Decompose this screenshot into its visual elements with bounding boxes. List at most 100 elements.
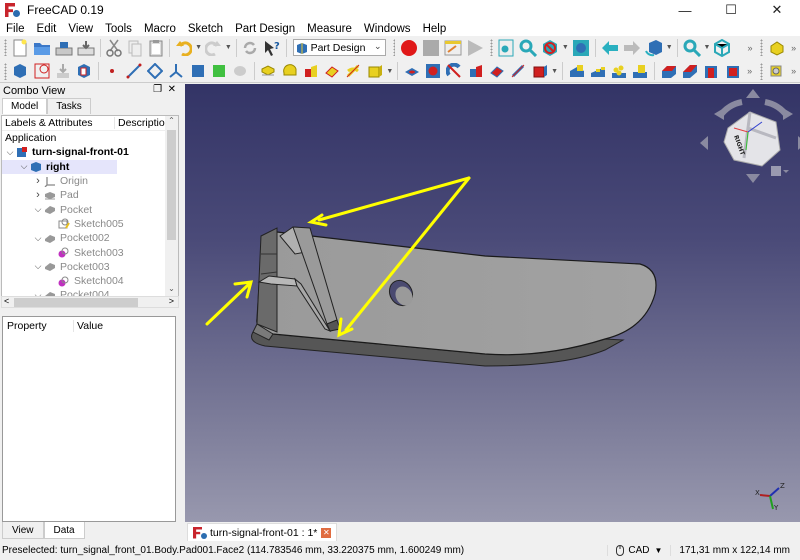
back-icon[interactable]: [601, 38, 619, 57]
column-labels-attributes[interactable]: Labels & Attributes: [2, 117, 114, 129]
subtractive-helix-icon[interactable]: [510, 62, 527, 81]
toolbar-overflow-button[interactable]: »: [791, 43, 796, 53]
toolbar-grip[interactable]: [392, 39, 396, 56]
fit-selection-icon[interactable]: [519, 38, 537, 57]
view-menu-cube-icon[interactable]: [771, 166, 781, 176]
menu-tools[interactable]: Tools: [99, 23, 138, 35]
validate-sketch-icon[interactable]: [54, 62, 71, 81]
scroll-down-icon[interactable]: ⌄: [165, 284, 178, 296]
std-views-dropdown-icon[interactable]: ▼: [666, 44, 673, 51]
bounding-box-icon[interactable]: [572, 38, 590, 57]
pocket-icon[interactable]: [403, 62, 420, 81]
workbench-selector[interactable]: Part Design ⌄: [292, 39, 386, 56]
refresh-icon[interactable]: [242, 38, 259, 57]
subtractive-box-icon[interactable]: [531, 62, 548, 81]
pad-icon[interactable]: [260, 62, 277, 81]
menu-measure[interactable]: Measure: [301, 23, 358, 35]
tree-item[interactable]: ⌵ Pocket003: [2, 260, 178, 274]
collapse-arrow-icon[interactable]: ›: [32, 175, 44, 187]
tree-item[interactable]: Sketch005: [2, 217, 178, 231]
close-button[interactable]: ✕: [754, 0, 800, 20]
tab-view[interactable]: View: [2, 522, 44, 539]
toolbar-grip[interactable]: [4, 39, 7, 56]
multitransform-icon[interactable]: [632, 62, 649, 81]
record-macro-icon[interactable]: [400, 38, 418, 57]
document-tab[interactable]: turn-signal-front-01 : 1* ✕: [187, 523, 338, 541]
undo-dropdown-icon[interactable]: ▼: [195, 44, 202, 51]
tree-item[interactable]: Sketch003: [2, 245, 178, 259]
chamfer-icon[interactable]: [681, 62, 698, 81]
toolbar-grip[interactable]: [760, 62, 763, 80]
menu-edit[interactable]: Edit: [31, 23, 63, 35]
additive-loft-icon[interactable]: [302, 62, 319, 81]
toolbar-overflow-button[interactable]: »: [791, 66, 796, 76]
edit-macro-icon[interactable]: [444, 38, 462, 57]
stop-macro-icon[interactable]: [422, 38, 440, 57]
tree-horizontal-scrollbar[interactable]: < >: [1, 296, 179, 308]
expand-arrow-icon[interactable]: ⌵: [32, 204, 44, 215]
additive-box-icon[interactable]: [366, 62, 383, 81]
nav-up-arrow-icon[interactable]: [746, 89, 760, 98]
groove-icon[interactable]: [446, 62, 463, 81]
column-value[interactable]: Value: [73, 320, 103, 332]
isometric-icon[interactable]: [713, 38, 731, 57]
tree-item[interactable]: ⌵ Pocket002: [2, 231, 178, 245]
scroll-left-icon[interactable]: <: [4, 296, 9, 306]
expand-arrow-icon[interactable]: ⌵: [32, 261, 44, 272]
navigation-cube[interactable]: RIGHT: [700, 89, 800, 183]
paste-icon[interactable]: [147, 38, 164, 57]
subtractive-pipe-icon[interactable]: [488, 62, 505, 81]
draw-style-icon[interactable]: [541, 38, 559, 57]
thickness-icon[interactable]: [724, 62, 741, 81]
run-macro-icon[interactable]: [466, 38, 484, 57]
scroll-right-icon[interactable]: >: [169, 296, 174, 306]
scroll-thumb[interactable]: [167, 130, 176, 240]
redo-dropdown-icon[interactable]: ▼: [225, 44, 232, 51]
tab-model[interactable]: Model: [2, 98, 48, 114]
revolution-icon[interactable]: [281, 62, 298, 81]
zoom-icon[interactable]: [683, 38, 701, 57]
tree-item[interactable]: ⌵ turn-signal-front-01: [2, 145, 178, 159]
3d-viewport[interactable]: RIGHT X Y Z: [185, 84, 800, 522]
measure-icon[interactable]: [768, 62, 785, 81]
menu-help[interactable]: Help: [417, 23, 453, 35]
create-sketch-icon[interactable]: [33, 62, 50, 81]
new-document-icon[interactable]: [12, 38, 29, 57]
navigation-style-selector[interactable]: CAD ▼: [607, 545, 670, 556]
fillet-icon[interactable]: [660, 62, 677, 81]
close-panel-icon[interactable]: ✕: [168, 84, 176, 95]
tree-item[interactable]: Application: [2, 131, 178, 145]
save-icon[interactable]: [55, 38, 73, 57]
maximize-button[interactable]: ☐: [708, 0, 754, 20]
mirrored-icon[interactable]: [568, 62, 585, 81]
draw-style-dropdown-icon[interactable]: ▼: [562, 44, 569, 51]
undo-icon[interactable]: [175, 38, 192, 57]
forward-icon[interactable]: [623, 38, 641, 57]
additive-primitive-dropdown-icon[interactable]: ▼: [386, 68, 393, 75]
shape-binder-icon[interactable]: [76, 62, 93, 81]
float-panel-icon[interactable]: ❐: [153, 84, 162, 95]
additive-pipe-icon[interactable]: [323, 62, 340, 81]
local-cs-icon[interactable]: [168, 62, 185, 81]
expand-arrow-icon[interactable]: ⌵: [18, 161, 30, 172]
open-icon[interactable]: [33, 38, 51, 57]
subtractive-loft-icon[interactable]: [467, 62, 484, 81]
additive-helix-icon[interactable]: [345, 62, 362, 81]
cut-icon[interactable]: [105, 38, 122, 57]
tree-item[interactable]: ⌵ Pocket: [2, 202, 178, 216]
collapse-arrow-icon[interactable]: ›: [32, 189, 44, 201]
plane-icon[interactable]: [146, 62, 163, 81]
expand-arrow-icon[interactable]: ⌵: [32, 233, 44, 244]
menu-windows[interactable]: Windows: [358, 23, 417, 35]
line-icon[interactable]: [125, 62, 142, 81]
workbench-part-icon[interactable]: [768, 38, 785, 57]
tree-item[interactable]: › Origin: [2, 174, 178, 188]
toolbar-grip[interactable]: [490, 39, 493, 56]
subtractive-primitive-dropdown-icon[interactable]: ▼: [551, 68, 558, 75]
clone-icon[interactable]: [210, 62, 227, 81]
menu-view[interactable]: View: [62, 23, 99, 35]
view-menu-dropdown-icon[interactable]: [783, 170, 789, 173]
toolbar-overflow-button[interactable]: »: [747, 43, 752, 53]
toolbar-grip[interactable]: [760, 39, 764, 56]
redo-icon[interactable]: [205, 38, 222, 57]
